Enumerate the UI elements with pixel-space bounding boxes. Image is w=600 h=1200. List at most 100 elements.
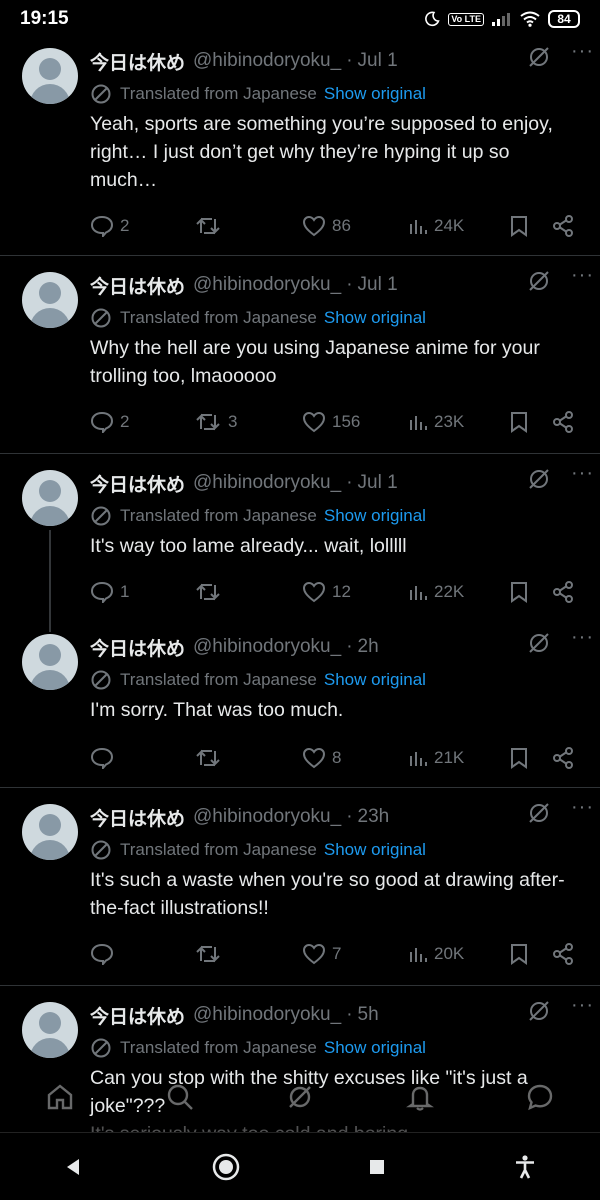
grok-icon[interactable] <box>526 466 552 492</box>
back-icon[interactable] <box>63 1156 85 1178</box>
avatar[interactable] <box>22 48 78 104</box>
user-handle[interactable]: @hibinodoryoku_ <box>193 274 341 296</box>
user-handle[interactable]: @hibinodoryoku_ <box>193 1004 341 1026</box>
user-handle[interactable]: @hibinodoryoku_ <box>193 50 341 72</box>
more-icon[interactable]: ··· <box>571 264 594 287</box>
views-button[interactable]: 22K <box>408 578 464 606</box>
grok-icon[interactable] <box>526 268 552 294</box>
like-button[interactable]: 7 <box>302 940 341 968</box>
status-bar: 19:15 Vo LTE 84 <box>0 0 600 38</box>
translate-icon <box>91 1038 111 1058</box>
show-original-link[interactable]: Show original <box>324 840 426 860</box>
display-name[interactable]: 今日は休め <box>90 272 185 299</box>
tweet[interactable]: 今日は休め @hibinodoryoku_ · 23h Translated f… <box>0 788 600 986</box>
tweet-time[interactable]: 2h <box>358 636 379 658</box>
heart-icon <box>302 411 326 433</box>
translated-label: Translated from Japanese <box>120 308 317 327</box>
avatar[interactable] <box>22 272 78 328</box>
like-button[interactable]: 8 <box>302 744 341 772</box>
retweet-icon <box>196 413 220 431</box>
show-original-link[interactable]: Show original <box>324 506 426 526</box>
bookmark-button[interactable] <box>510 578 528 606</box>
reply-button[interactable]: 2 <box>90 408 129 436</box>
retweet-button[interactable] <box>194 212 228 240</box>
share-button[interactable] <box>552 578 574 606</box>
tweet-text: It's way too lame already... wait, lolll… <box>90 535 407 557</box>
like-count: 86 <box>332 216 351 235</box>
views-button[interactable]: 21K <box>408 744 464 772</box>
like-count: 12 <box>332 582 351 601</box>
more-icon[interactable]: ··· <box>571 462 594 485</box>
display-name[interactable]: 今日は休め <box>90 1002 185 1029</box>
like-button[interactable]: 12 <box>302 578 351 606</box>
translated-label: Translated from Japanese <box>120 1038 317 1057</box>
bookmark-button[interactable] <box>510 408 528 436</box>
recents-icon[interactable] <box>367 1157 387 1177</box>
avatar[interactable] <box>22 1002 78 1058</box>
tweet-time[interactable]: Jul 1 <box>358 50 398 72</box>
avatar[interactable] <box>22 470 78 526</box>
reply-button[interactable] <box>90 940 120 968</box>
tweet-time[interactable]: 23h <box>358 806 390 828</box>
like-count: 7 <box>332 944 342 963</box>
timeline[interactable]: 今日は休め @hibinodoryoku_ · Jul 1 Translated… <box>0 38 600 1132</box>
home-icon[interactable] <box>45 1082 75 1112</box>
display-name[interactable]: 今日は休め <box>90 48 185 75</box>
avatar[interactable] <box>22 804 78 860</box>
retweet-button[interactable] <box>194 744 228 772</box>
show-original-link[interactable]: Show original <box>324 308 426 328</box>
accessibility-icon[interactable] <box>513 1154 537 1180</box>
user-handle[interactable]: @hibinodoryoku_ <box>193 472 341 494</box>
display-name[interactable]: 今日は休め <box>90 804 185 831</box>
reply-button[interactable]: 2 <box>90 212 129 240</box>
user-handle[interactable]: @hibinodoryoku_ <box>193 636 341 658</box>
tweet[interactable]: 今日は休め @hibinodoryoku_ · Jul 1 Translated… <box>0 38 600 256</box>
tweet-time[interactable]: Jul 1 <box>358 274 398 296</box>
tweet-text: I'm sorry. That was too much. <box>90 699 344 721</box>
tweet[interactable]: 今日は休め @hibinodoryoku_ · Jul 1 Translated… <box>0 454 600 632</box>
share-button[interactable] <box>552 744 574 772</box>
show-original-link[interactable]: Show original <box>324 1038 426 1058</box>
views-button[interactable]: 23K <box>408 408 464 436</box>
display-name[interactable]: 今日は休め <box>90 634 185 661</box>
translated-label: Translated from Japanese <box>120 506 317 525</box>
avatar[interactable] <box>22 634 78 690</box>
grok-icon[interactable] <box>526 800 552 826</box>
show-original-link[interactable]: Show original <box>324 670 426 690</box>
retweet-button[interactable]: 3 <box>194 408 237 436</box>
tweet[interactable]: 今日は休め @hibinodoryoku_ · Jul 1 Translated… <box>0 256 600 454</box>
display-name[interactable]: 今日は休め <box>90 470 185 497</box>
tweet-time[interactable]: Jul 1 <box>358 472 398 494</box>
home-circle-icon[interactable] <box>211 1152 241 1182</box>
reply-button[interactable]: 1 <box>90 578 129 606</box>
views-button[interactable]: 20K <box>408 940 464 968</box>
tweet-header: 今日は休め @hibinodoryoku_ · 23h <box>90 802 580 832</box>
grok-icon[interactable] <box>526 630 552 656</box>
tweet-header: 今日は休め @hibinodoryoku_ · Jul 1 <box>90 46 580 76</box>
more-icon[interactable]: ··· <box>571 796 594 819</box>
grok-icon[interactable] <box>526 44 552 70</box>
bookmark-button[interactable] <box>510 940 528 968</box>
more-icon[interactable]: ··· <box>571 40 594 63</box>
system-navigation-bar <box>0 1132 600 1200</box>
retweet-button[interactable] <box>194 940 228 968</box>
like-button[interactable]: 86 <box>302 212 351 240</box>
share-button[interactable] <box>552 408 574 436</box>
views-button[interactable]: 24K <box>408 212 464 240</box>
grok-icon[interactable] <box>526 998 552 1024</box>
more-icon[interactable]: ··· <box>571 994 594 1017</box>
reply-icon <box>90 411 114 433</box>
user-handle[interactable]: @hibinodoryoku_ <box>193 806 341 828</box>
share-button[interactable] <box>552 940 574 968</box>
bookmark-button[interactable] <box>510 744 528 772</box>
more-icon[interactable]: ··· <box>571 626 594 649</box>
reply-button[interactable] <box>90 744 120 772</box>
share-button[interactable] <box>552 212 574 240</box>
retweet-button[interactable] <box>194 578 228 606</box>
translation-notice: Translated from Japanese Show original <box>90 304 580 332</box>
tweet-time[interactable]: 5h <box>358 1004 379 1026</box>
show-original-link[interactable]: Show original <box>324 84 426 104</box>
like-button[interactable]: 156 <box>302 408 360 436</box>
bookmark-button[interactable] <box>510 212 528 240</box>
tweet[interactable]: 今日は休め @hibinodoryoku_ · 2h Translated fr… <box>0 622 600 788</box>
